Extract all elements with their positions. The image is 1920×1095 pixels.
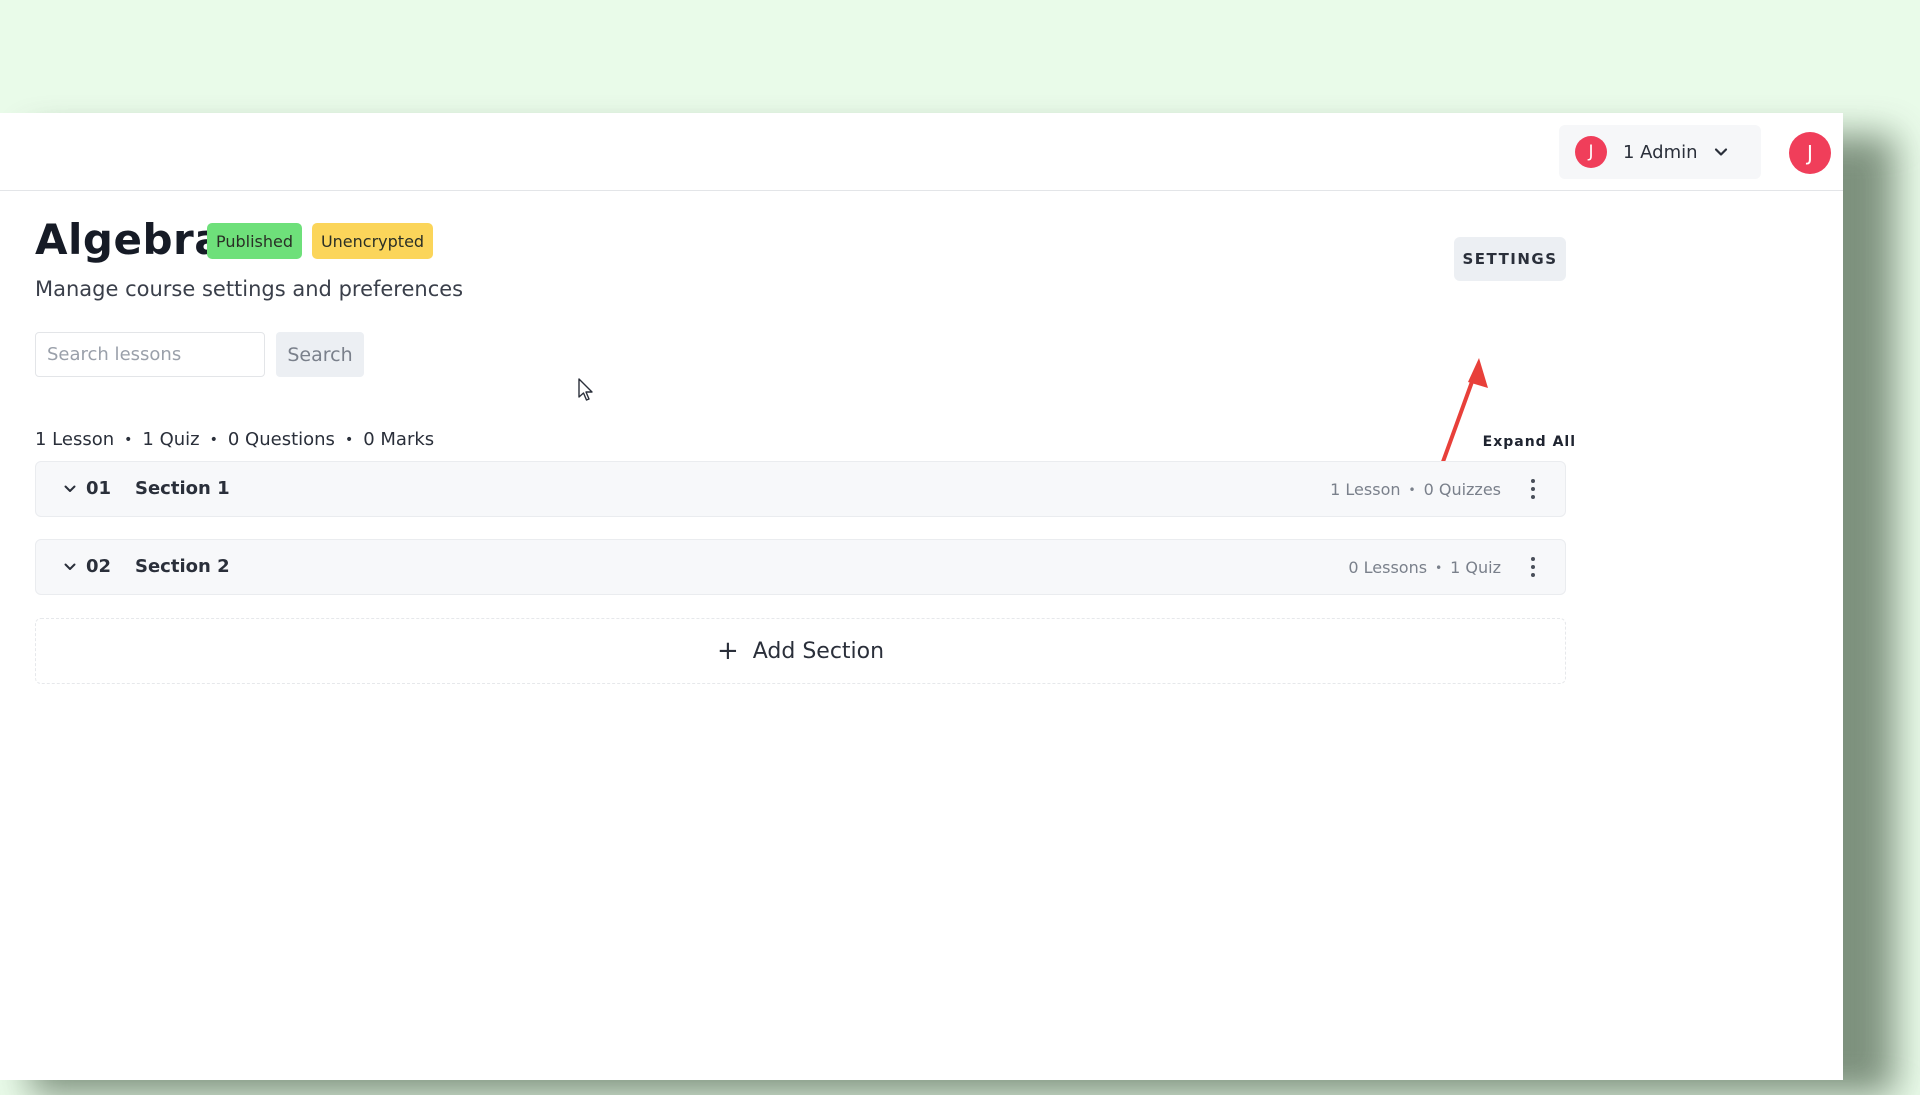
mouse-cursor-icon <box>578 378 593 401</box>
top-header: J 1 Admin J <box>0 113 1843 191</box>
account-switcher[interactable]: J 1 Admin <box>1559 125 1761 179</box>
summary-lessons: 1 Lesson <box>35 429 115 450</box>
section-number: 01 <box>86 478 112 499</box>
settings-button[interactable]: SETTINGS <box>1454 237 1566 281</box>
account-avatar: J <box>1575 136 1607 168</box>
summary-marks: 0 Marks <box>363 429 435 450</box>
section-meta: 0 Lessons • 1 Quiz <box>1348 558 1501 577</box>
section-lessons-count: 1 Lesson <box>1330 480 1401 499</box>
user-avatar[interactable]: J <box>1789 132 1831 174</box>
kebab-menu-icon[interactable] <box>1529 477 1537 501</box>
section-title: Section 1 <box>135 478 230 499</box>
search-button[interactable]: Search <box>276 332 364 377</box>
page-title: Algebra <box>35 215 224 264</box>
chevron-down-icon[interactable] <box>63 482 77 496</box>
summary-separator: • <box>344 431 354 448</box>
section-quizzes-count: 1 Quiz <box>1450 558 1501 577</box>
section-quizzes-count: 0 Quizzes <box>1423 480 1501 499</box>
section-title: Section 2 <box>135 556 230 577</box>
section-row[interactable]: 01 Section 1 1 Lesson • 0 Quizzes <box>35 461 1566 517</box>
kebab-menu-icon[interactable] <box>1529 555 1537 579</box>
app-window: J 1 Admin J Algebra Published Unencrypte… <box>0 113 1843 1080</box>
section-meta: 1 Lesson • 0 Quizzes <box>1330 480 1501 499</box>
add-section-label: Add Section <box>752 638 885 664</box>
chevron-down-icon <box>1714 148 1727 156</box>
red-arrow-icon <box>1434 358 1488 483</box>
summary-questions: 0 Questions <box>227 429 335 450</box>
summary-separator: • <box>209 431 218 448</box>
section-meta-separator: • <box>1408 482 1416 497</box>
add-section-button[interactable]: + Add Section <box>35 618 1566 684</box>
page-subtitle: Manage course settings and preferences <box>35 277 464 301</box>
course-summary: 1 Lesson • 1 Quiz • 0 Questions • 0 Mark… <box>35 429 434 450</box>
section-lessons-count: 0 Lessons <box>1348 558 1428 577</box>
section-row[interactable]: 02 Section 2 0 Lessons • 1 Quiz <box>35 539 1566 595</box>
chevron-down-icon[interactable] <box>63 560 77 574</box>
summary-quizzes: 1 Quiz <box>142 429 200 450</box>
search-input[interactable] <box>35 332 265 377</box>
section-number: 02 <box>86 556 112 577</box>
status-badge: Published <box>207 223 302 259</box>
summary-separator: • <box>124 431 133 448</box>
encryption-badge: Unencrypted <box>312 223 433 259</box>
section-meta-separator: • <box>1435 560 1443 575</box>
plus-icon: + <box>716 636 739 666</box>
account-name: 1 Admin <box>1623 141 1698 163</box>
expand-all-button[interactable]: Expand All <box>1466 434 1576 450</box>
